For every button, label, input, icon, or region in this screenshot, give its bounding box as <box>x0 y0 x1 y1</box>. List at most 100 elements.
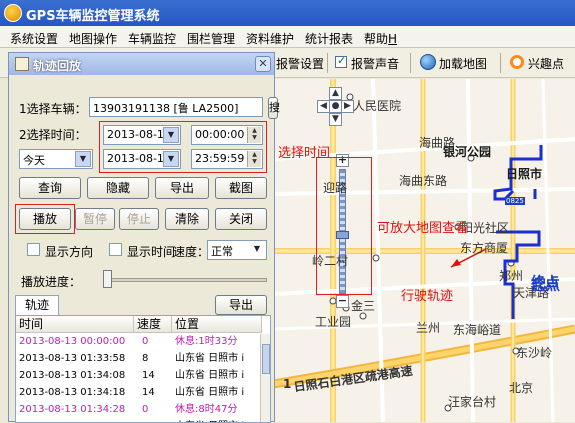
map-label: 汪家台村 <box>448 395 497 409</box>
table-row[interactable]: 2013-08-13 01:34:08 14 山东省 日照市 i <box>16 368 262 385</box>
cell-speed: 14 <box>142 387 155 398</box>
chevron-down-icon[interactable]: ▼ <box>163 151 179 167</box>
export-button[interactable]: 导出 <box>155 177 209 199</box>
map-label: 东方商厦 <box>460 241 509 255</box>
cell-location: 山东省 日照市 i <box>175 370 245 381</box>
clear-button[interactable]: 清除 <box>165 208 209 230</box>
map-label: 日照市 <box>506 167 543 181</box>
search-button-label: 搜 <box>269 101 280 114</box>
poi-icon <box>510 55 524 69</box>
tab-track[interactable]: 轨迹 <box>15 295 59 315</box>
range-preset-select[interactable]: 今天 ▼ <box>19 149 93 169</box>
close-button[interactable]: 关闭 <box>215 208 267 230</box>
cell-time: 2013-08-13 00:00:00 <box>19 336 126 347</box>
poi-button[interactable]: 兴趣点 <box>528 55 564 72</box>
menu-statistics[interactable]: 统计报表 <box>305 30 353 47</box>
vehicle-field[interactable]: 13903191138 [鲁 LA2500] <box>89 97 263 117</box>
annotation-select-time: 选择时间 <box>278 146 331 161</box>
playback-progress-slider[interactable] <box>109 278 267 282</box>
cell-time: 2013-08-13 01:34:28 <box>19 404 126 415</box>
cell-location: 山东省 日照市 i <box>175 419 261 422</box>
track-table: 时间 速度 位置 2013-08-13 00:00:00 0 休息:1时33分 201… <box>15 315 271 423</box>
globe-icon <box>420 54 436 70</box>
cell-time: 2013-08-13 01:34:08 <box>19 370 126 381</box>
zoom-out-button[interactable]: − <box>336 295 349 308</box>
hide-button[interactable]: 隐藏 <box>87 177 149 199</box>
search-button[interactable]: 搜 <box>268 97 280 119</box>
show-time-checkbox[interactable] <box>109 243 122 256</box>
start-date-value: 2013-08-13 <box>107 128 171 141</box>
menu-fence-management[interactable]: 围栏管理 <box>187 30 235 47</box>
map-label: 迎路 <box>323 181 348 195</box>
alarm-settings-button[interactable]: 报警设置 <box>276 55 324 72</box>
table-scrollbar[interactable] <box>260 334 270 422</box>
toolbar-divider <box>500 53 501 73</box>
start-time-field[interactable]: 00:00:00 ▲ ▼ <box>191 125 263 145</box>
map-label: 海曲路 <box>419 136 456 150</box>
cell-time: 2013-08-13 01:34:18 <box>19 387 126 398</box>
app-title: GPS车辆监控管理系统 <box>26 9 160 24</box>
speed-value: 正常 <box>211 245 233 258</box>
table-row[interactable]: 2013-08-13 01:34:28 0 休息:8时47分 <box>16 402 262 419</box>
speed-select[interactable]: 正常 ▼ <box>207 240 267 260</box>
pause-button[interactable]: 暂停 <box>75 208 115 230</box>
show-direction-checkbox[interactable] <box>27 243 40 256</box>
vehicle-value: 13903191138 [鲁 LA2500] <box>93 102 239 115</box>
chevron-down-icon[interactable]: ▼ <box>163 127 179 143</box>
map-label: 阳光社区 <box>461 221 510 235</box>
pan-up-button[interactable]: ▲ <box>329 87 342 100</box>
map-view[interactable]: ▲ ◀ ● ▶ ▼ + − 人民医院 银河公园 日照市 海曲路 海曲东路 迎路 … <box>273 79 575 422</box>
spinner-icon[interactable]: ▲ ▼ <box>247 151 261 167</box>
column-header-location[interactable]: 位置 <box>172 316 262 333</box>
alarm-sound-label: 报警声音 <box>351 57 400 71</box>
map-label: 1 <box>283 377 292 391</box>
map-label: 金三 <box>351 299 376 313</box>
table-scrollbar-thumb[interactable] <box>262 344 270 374</box>
dialog-titlebar[interactable]: 轨迹回放 ✕ <box>9 53 274 75</box>
start-date-picker[interactable]: 2013-08-13 ▼ <box>103 125 181 145</box>
end-date-picker[interactable]: 2013-08-13 ▼ <box>103 149 181 169</box>
spinner-icon[interactable]: ▲ ▼ <box>247 127 261 143</box>
app-titlebar: GPS车辆监控管理系统 <box>0 0 575 26</box>
dialog-title: 轨迹回放 <box>33 59 82 73</box>
end-time-value: 23:59:59 <box>195 152 245 165</box>
column-header-time[interactable]: 时间 <box>16 316 134 333</box>
column-header-speed[interactable]: 速度 <box>134 316 172 333</box>
play-button[interactable]: 播放 <box>19 208 71 230</box>
map-label: 郑州 <box>499 269 524 283</box>
chevron-down-icon[interactable]: ▼ <box>75 151 91 167</box>
cell-location: 休息:8时47分 <box>175 404 238 415</box>
map-label: 东海峪道 <box>453 323 502 337</box>
playback-progress-thumb[interactable] <box>103 270 112 288</box>
table-row[interactable]: 2013-08-13 01:33:58 8 山东省 日照市 i <box>16 351 262 368</box>
track-playback-dialog: 轨迹回放 ✕ 1选择车辆： 13903191138 [鲁 LA2500] 搜 2… <box>8 52 280 423</box>
dialog-close-icon[interactable]: ✕ <box>255 56 271 72</box>
show-time-label: 显示时间 <box>127 245 176 259</box>
menu-help-hotkey: H <box>388 32 398 46</box>
table-row[interactable]: 2013-08-13 10:22:18 5山东省 日照市 i <box>16 419 262 422</box>
alarm-sound-checkbox[interactable] <box>335 54 347 68</box>
map-label: 东沙岭 <box>516 346 553 360</box>
map-label: 人民医院 <box>353 99 402 113</box>
pan-down-button[interactable]: ▼ <box>329 113 342 126</box>
menu-help[interactable]: 帮助H <box>364 30 397 47</box>
menu-data-maintenance[interactable]: 资料维护 <box>246 30 294 47</box>
table-row[interactable]: 2013-08-13 01:34:18 14 山东省 日照市 i <box>16 385 262 402</box>
cell-time: 2013-08-13 10:22:18 <box>19 419 134 422</box>
zoom-highlight-box <box>316 157 372 295</box>
menu-system-settings[interactable]: 系统设置 <box>10 30 58 47</box>
chevron-down-icon[interactable]: ▼ <box>249 242 265 258</box>
load-map-button[interactable]: 加载地图 <box>439 55 487 72</box>
map-label: 北京 <box>509 381 534 395</box>
menu-vehicle-monitor[interactable]: 车辆监控 <box>128 30 176 47</box>
table-row[interactable]: 2013-08-13 00:00:00 0 休息:1时33分 <box>16 334 262 351</box>
export-track-button[interactable]: 导出 <box>215 295 267 315</box>
query-button[interactable]: 查询 <box>19 177 81 199</box>
vehicle-badge[interactable]: 0825 <box>505 197 525 205</box>
range-preset-value: 今天 <box>23 154 45 167</box>
screenshot-button[interactable]: 截图 <box>215 177 267 199</box>
end-time-field[interactable]: 23:59:59 ▲ ▼ <box>191 149 263 169</box>
menu-map-operations[interactable]: 地图操作 <box>69 30 117 47</box>
menu-bar: 系统设置 地图操作 车辆监控 围栏管理 资料维护 统计报表 帮助H <box>0 26 575 48</box>
stop-button[interactable]: 停止 <box>119 208 159 230</box>
